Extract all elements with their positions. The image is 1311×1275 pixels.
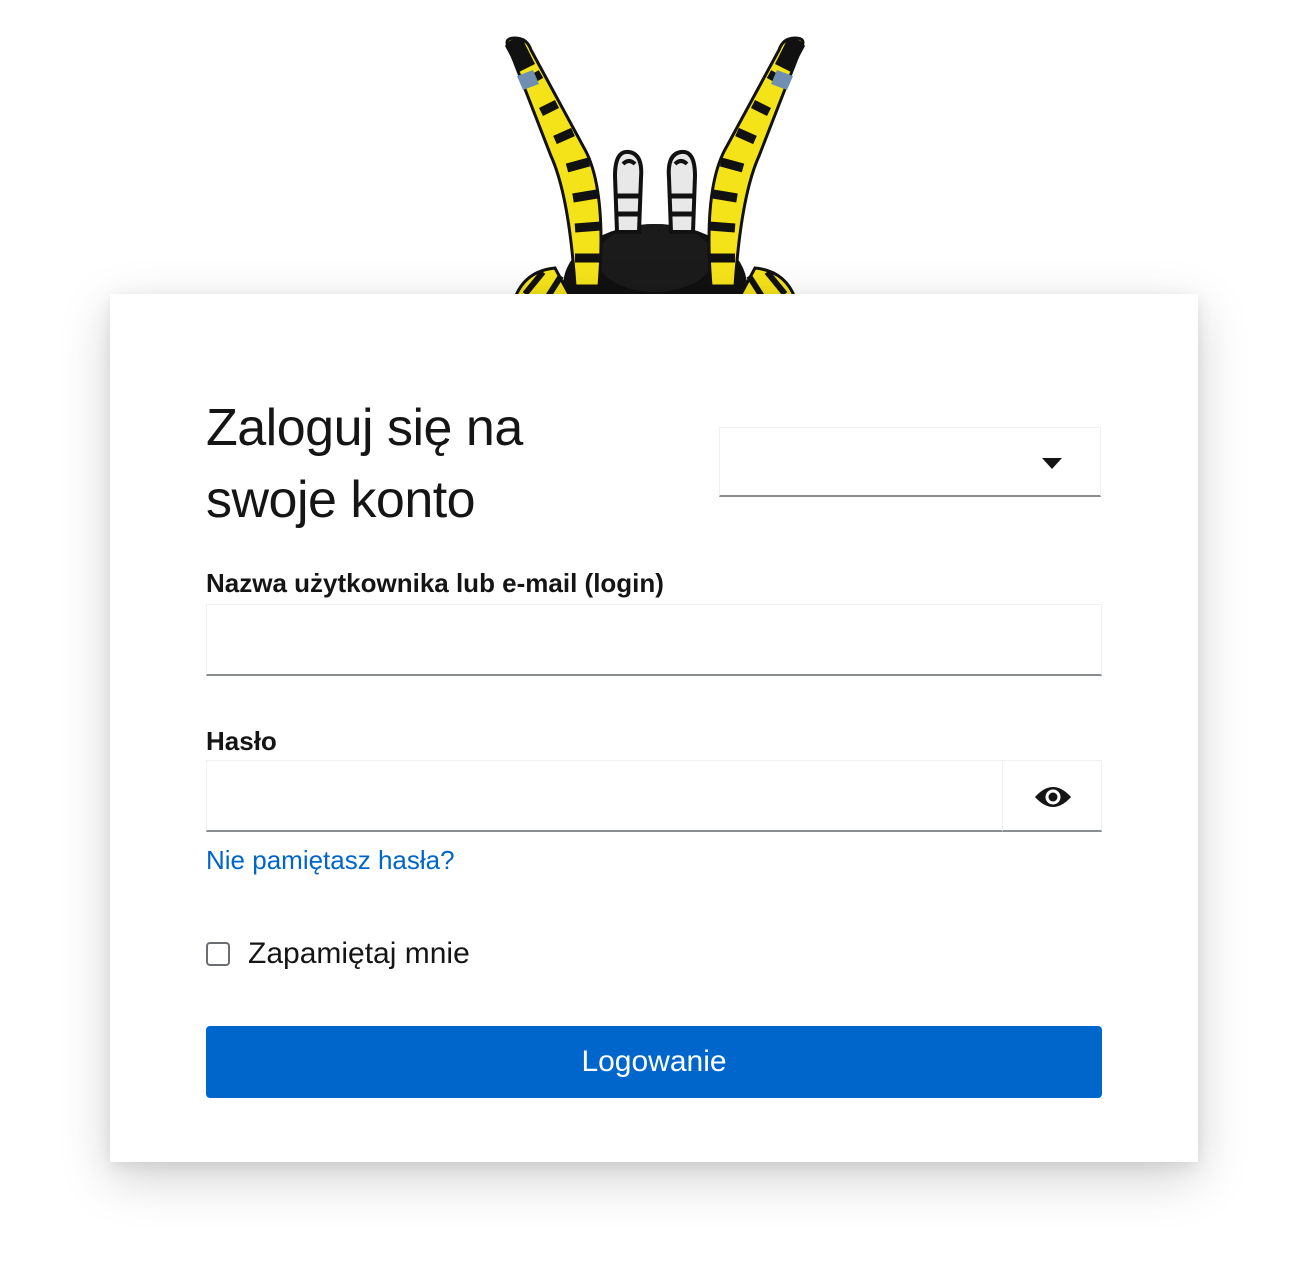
remember-me-checkbox[interactable] [206, 942, 230, 966]
login-button[interactable]: Logowanie [206, 1026, 1102, 1098]
password-label: Hasło [206, 726, 277, 756]
show-password-button[interactable] [1002, 760, 1102, 832]
username-label: Nazwa użytkownika lub e-mail (login) [206, 568, 664, 598]
login-page: Zaloguj się na swoje konto Nazwa użytkow… [0, 0, 1311, 1275]
forgot-password-link[interactable]: Nie pamiętasz hasła? [206, 845, 455, 876]
eye-icon [1035, 787, 1071, 807]
login-card: Zaloguj się na swoje konto Nazwa użytkow… [110, 294, 1198, 1162]
remember-me-label[interactable]: Zapamiętaj mnie [248, 937, 470, 971]
page-title: Zaloguj się na swoje konto [206, 399, 523, 529]
spider-legs-logo-icon [505, 36, 805, 298]
caret-down-icon [1042, 458, 1062, 469]
username-input[interactable] [206, 604, 1102, 676]
language-select[interactable] [719, 427, 1101, 497]
remember-me-row: Zapamiętaj mnie [206, 936, 470, 972]
password-input[interactable] [206, 760, 1003, 832]
